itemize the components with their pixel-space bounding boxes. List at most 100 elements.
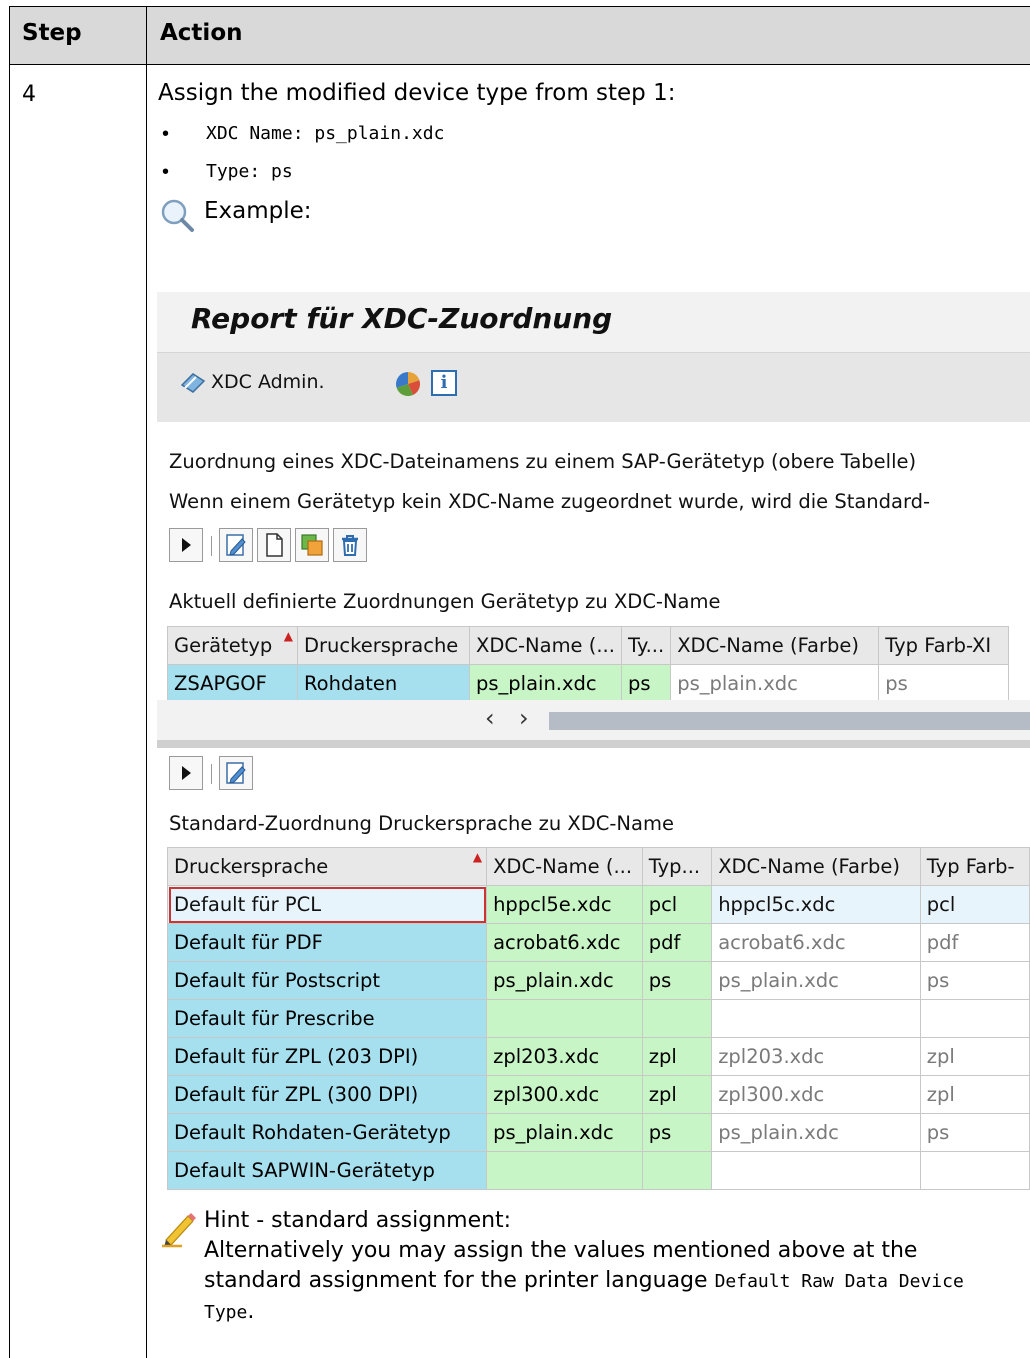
column-header[interactable]: Druckersprache ▲	[166, 847, 488, 886]
table-cell[interactable]: zpl	[641, 1037, 713, 1076]
table-cell[interactable]: pdf	[641, 923, 713, 962]
table-cell[interactable]: ps	[641, 961, 713, 1000]
copy-button[interactable]	[295, 528, 329, 562]
table-cell[interactable]: acrobat6.xdc	[486, 923, 643, 962]
table-cell[interactable]: hppcl5e.xdc	[486, 885, 643, 924]
trash-icon	[342, 535, 358, 556]
table-cell[interactable]: Default SAPWIN-Gerätetyp	[166, 1151, 488, 1190]
table-cell[interactable]	[486, 999, 643, 1038]
execute-button[interactable]	[169, 528, 203, 562]
table-header-row: Gerätetyp ▲ Druckersprache XDC-Name (... …	[167, 626, 1010, 665]
column-header[interactable]: Typ Farb-XI	[878, 626, 1010, 665]
column-header[interactable]: Ty...	[620, 626, 672, 665]
table-cell[interactable]	[919, 1151, 1030, 1190]
bullet-xdc-name: • XDC Name: ps_plain.xdc	[158, 122, 1030, 146]
table-cell[interactable]: zpl	[919, 1037, 1030, 1076]
new-button[interactable]	[257, 528, 291, 562]
pencil-icon	[162, 1213, 196, 1248]
instruction-table: Step Action 4 Assign the modified device…	[0, 0, 1030, 1358]
table-cell[interactable]: Default für Postscript	[166, 961, 488, 1000]
column-header[interactable]: Typ Farb-	[919, 847, 1030, 886]
table-cell[interactable]: ZSAPGOF	[167, 664, 298, 703]
table-cell[interactable]: hppcl5c.xdc	[711, 885, 921, 924]
table-cell[interactable]: ps_plain.xdc	[486, 961, 643, 1000]
table-cell[interactable]: zpl	[641, 1075, 713, 1114]
table-row[interactable]: Default für ZPL (300 DPI) zpl300.xdc zpl…	[166, 1075, 1030, 1114]
table-cell[interactable]	[641, 999, 713, 1038]
assignment-table: Gerätetyp ▲ Druckersprache XDC-Name (... …	[167, 626, 1010, 703]
edit-icon	[226, 534, 246, 556]
table-cell[interactable]: pcl	[641, 885, 713, 924]
table-cell[interactable]: zpl300.xdc	[486, 1075, 643, 1114]
table-cell[interactable]: ps	[919, 961, 1030, 1000]
table-cell[interactable]: zpl203.xdc	[711, 1037, 921, 1076]
table-cell[interactable]: ps_plain.xdc	[670, 664, 880, 703]
table-row[interactable]: Default für ZPL (203 DPI) zpl203.xdc zpl…	[166, 1037, 1030, 1076]
table-cell[interactable]	[641, 1151, 713, 1190]
table-row[interactable]: Default Rohdaten-Gerätetyp ps_plain.xdc …	[166, 1113, 1030, 1152]
table-cell[interactable]: ps	[919, 1113, 1030, 1152]
table-cell[interactable]	[711, 1151, 921, 1190]
table-row[interactable]: Default für Prescribe	[166, 999, 1030, 1038]
table-cell[interactable]: Default Rohdaten-Gerätetyp	[166, 1113, 488, 1152]
sap-toolbar: XDC Admin. i	[157, 352, 1030, 422]
table-cell[interactable]: Rohdaten	[297, 664, 470, 703]
header-action: Action	[160, 20, 243, 46]
table-row[interactable]: Default für Postscript ps_plain.xdc ps p…	[166, 961, 1030, 1000]
table-cell[interactable]: ps_plain.xdc	[711, 1113, 921, 1152]
table-border-left	[9, 6, 10, 1358]
play-icon	[182, 766, 191, 780]
action-content: Assign the modified device type from ste…	[158, 78, 1030, 232]
table-cell[interactable]: Default für ZPL (203 DPI)	[166, 1037, 488, 1076]
scrollbar-thumb[interactable]	[549, 712, 1030, 730]
table-cell[interactable]: pdf	[919, 923, 1030, 962]
table-row[interactable]: ZSAPGOF Rohdaten ps_plain.xdc ps ps_plai…	[167, 664, 1010, 703]
table-cell[interactable]	[919, 999, 1030, 1038]
splitter[interactable]	[157, 740, 1030, 748]
hint-block: Hint - standard assignment: Alternativel…	[160, 1206, 1020, 1328]
table-cell[interactable]: ps_plain.xdc	[486, 1113, 643, 1152]
table-cell[interactable]: acrobat6.xdc	[711, 923, 921, 962]
edit-button[interactable]	[219, 528, 253, 562]
column-header[interactable]: XDC-Name (Farbe)	[670, 626, 880, 665]
edit-button[interactable]	[219, 756, 253, 790]
scroll-left-arrow[interactable]: ‹	[485, 704, 495, 732]
column-header[interactable]: XDC-Name (...	[469, 626, 622, 665]
table-row[interactable]: Default für PDF acrobat6.xdc pdf acrobat…	[166, 923, 1030, 962]
column-header[interactable]: Typ...	[641, 847, 713, 886]
xdc-admin-button[interactable]: XDC Admin.	[211, 371, 325, 393]
bullet-label: XDC Name:	[206, 123, 315, 144]
column-header[interactable]: XDC-Name (...	[486, 847, 643, 886]
execute-button[interactable]	[169, 756, 203, 790]
table-cell[interactable]: Default für ZPL (300 DPI)	[166, 1075, 488, 1114]
table-cell-selected[interactable]: Default für PCL	[166, 885, 488, 924]
color-wheel-icon[interactable]	[395, 371, 421, 397]
table1-caption: Aktuell definierte Zuordnungen Gerätetyp…	[169, 590, 721, 613]
toolbar-separator	[211, 536, 212, 556]
delete-button[interactable]	[333, 528, 367, 562]
new-document-icon	[266, 533, 283, 557]
table-cell[interactable]: ps	[641, 1113, 713, 1152]
lower-button-bar	[169, 756, 289, 790]
horizontal-scrollbar[interactable]: ‹ ›	[157, 700, 1030, 740]
table-cell[interactable]: ps	[620, 664, 672, 703]
scroll-right-arrow[interactable]: ›	[519, 704, 529, 732]
column-header[interactable]: Druckersprache	[297, 626, 470, 665]
table-cell[interactable]: zpl	[919, 1075, 1030, 1114]
table-cell[interactable]: ps	[878, 664, 1010, 703]
table-row[interactable]: Default SAPWIN-Gerätetyp	[166, 1151, 1030, 1190]
info-icon[interactable]: i	[431, 370, 457, 396]
table-cell[interactable]: pcl	[919, 885, 1030, 924]
table-cell[interactable]	[711, 999, 921, 1038]
table-row[interactable]: Default für PCL hppcl5e.xdc pcl hppcl5c.…	[166, 885, 1030, 924]
table-cell[interactable]: zpl300.xdc	[711, 1075, 921, 1114]
table-cell[interactable]	[486, 1151, 643, 1190]
table-cell[interactable]: ps_plain.xdc	[469, 664, 622, 703]
table-cell[interactable]: Default für PDF	[166, 923, 488, 962]
column-header[interactable]: XDC-Name (Farbe)	[711, 847, 921, 886]
table-cell[interactable]: Default für Prescribe	[166, 999, 488, 1038]
copy-icon	[301, 534, 323, 556]
table-cell[interactable]: zpl203.xdc	[486, 1037, 643, 1076]
column-header[interactable]: Gerätetyp ▲	[167, 626, 298, 665]
table-cell[interactable]: ps_plain.xdc	[711, 961, 921, 1000]
